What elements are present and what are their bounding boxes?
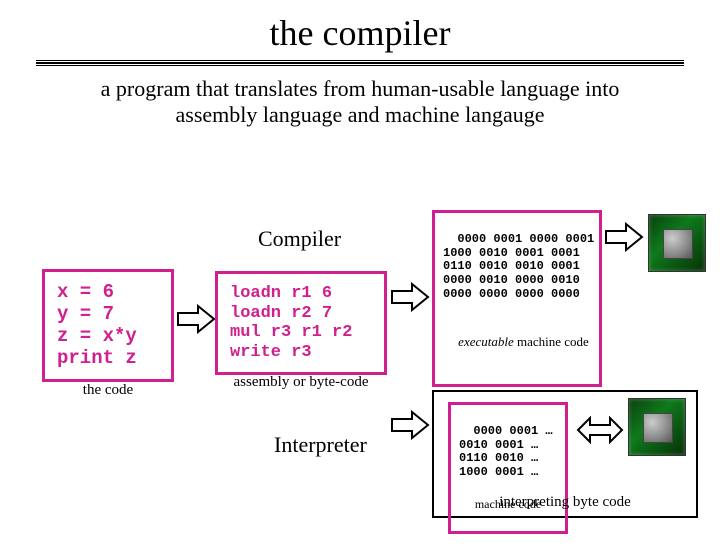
title-rule <box>36 60 684 66</box>
arrow-right-icon <box>390 410 430 440</box>
slide-title: the compiler <box>0 12 720 54</box>
interpreter-label: Interpreter <box>274 432 367 458</box>
interpreter-code-text: 0000 0001 … 0010 0001 … 0110 0010 … 1000… <box>459 424 553 479</box>
arrow-bidirectional-icon <box>576 416 624 444</box>
compiler-label: Compiler <box>258 226 341 252</box>
machine-code-text: 0000 0001 0000 0001 1000 0010 0001 0001 … <box>443 232 594 301</box>
machine-code-box: 0000 0001 0000 0001 1000 0010 0001 0001 … <box>432 210 602 387</box>
slide-subtitle: a program that translates from human-usa… <box>60 76 660 129</box>
machine-caption-tail: machine code <box>514 334 589 349</box>
arrow-right-icon <box>176 304 216 334</box>
arrow-right-icon <box>390 282 430 312</box>
assembly-code-caption: assembly or byte-code <box>215 374 387 391</box>
interpreter-code-box: 0000 0001 … 0010 0001 … 0110 0010 … 1000… <box>448 402 568 534</box>
source-code-caption: the code <box>42 382 174 399</box>
machine-caption-em: executable <box>458 334 514 349</box>
cpu-chip-icon <box>628 398 686 456</box>
assembly-code-box: loadn r1 6 loadn r2 7 mul r3 r1 r2 write… <box>215 271 387 375</box>
cpu-chip-icon <box>648 214 706 272</box>
arrow-right-icon <box>604 222 644 252</box>
interpreter-footer: interpreting byte code <box>432 494 698 511</box>
source-code-box: x = 6 y = 7 z = x*y print z <box>42 269 174 382</box>
